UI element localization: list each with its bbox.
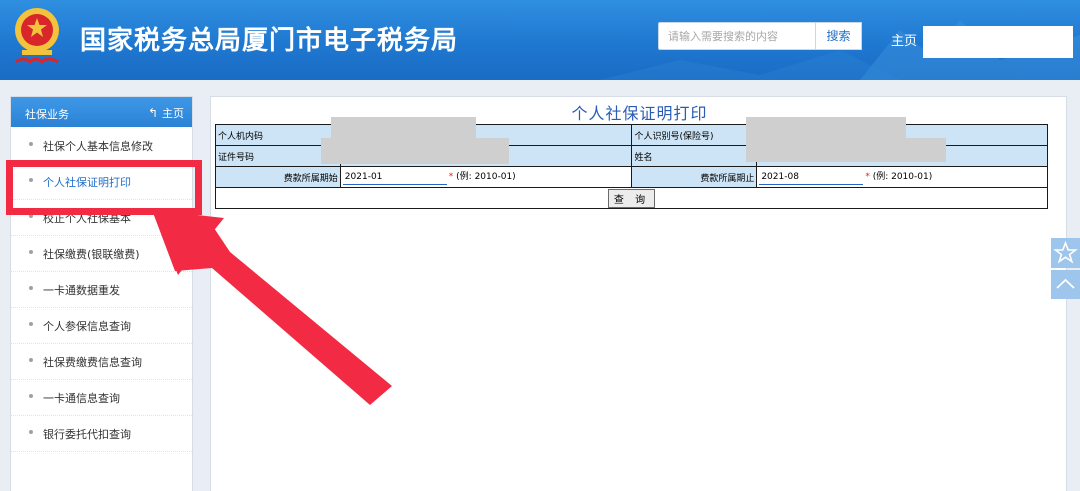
pointer-arrow-icon [152,210,392,405]
star-icon [1053,240,1078,264]
back-to-top-button[interactable] [1051,270,1080,299]
favorite-button[interactable] [1051,238,1080,268]
chevron-up-icon [1056,278,1075,289]
